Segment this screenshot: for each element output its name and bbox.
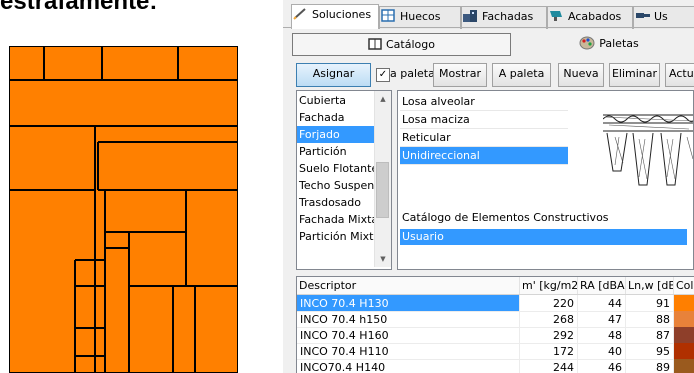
cell-lnw: 89: [626, 359, 674, 373]
cell-mass: 244: [520, 359, 578, 373]
element-type-list[interactable]: Cubierta Fachada Forjado Partición Suelo Flo…: [296, 90, 392, 270]
cell-lnw: 91: [626, 295, 674, 312]
color-swatch: [674, 295, 694, 312]
slab-section-preview: [603, 114, 693, 186]
element-type-item[interactable]: Trasdosado: [297, 194, 376, 211]
color-swatch: [674, 359, 694, 373]
column-header-lnw[interactable]: Ln,w [dB]: [626, 277, 674, 294]
assign-button[interactable]: Asignar: [296, 63, 371, 87]
table-row[interactable]: INCO 70.4 H130 220 44 91: [297, 295, 694, 312]
solutions-panel: Soluciones Huecos Fachadas Acabados Us C…: [283, 0, 694, 373]
subtab-paletas[interactable]: Paletas: [519, 33, 694, 54]
tab-fachadas[interactable]: Fachadas: [461, 6, 547, 29]
scroll-thumb[interactable]: [376, 162, 389, 218]
table-row[interactable]: INCO 70.4 h150 268 47 88: [297, 311, 694, 328]
cell-lnw: 95: [626, 343, 674, 360]
scroll-up-icon[interactable]: ▲: [375, 91, 391, 107]
cell-ra: 44: [578, 295, 626, 312]
column-header-mass[interactable]: m' [kg/m2]: [520, 277, 578, 294]
table-row[interactable]: INCO70.4 H140 244 46 89: [297, 359, 694, 373]
catalog-title: Catálogo de Elementos Constructivos: [402, 211, 609, 224]
cell-lnw: 88: [626, 311, 674, 328]
column-header-ra[interactable]: RA [dBA]: [578, 277, 626, 294]
subtype-list[interactable]: Losa alveolar Losa maciza Reticular Unidire…: [397, 90, 694, 270]
pencil-icon: [293, 8, 306, 20]
building-icon: [463, 10, 477, 22]
floorplan-drawing: [9, 46, 238, 373]
color-swatch: [674, 311, 694, 328]
column-header-descriptor[interactable]: Descriptor: [297, 277, 520, 294]
cell-lnw: 87: [626, 327, 674, 344]
element-type-scrollbar[interactable]: ▲ ▼: [374, 91, 391, 267]
caption-fragment: estrafamente:: [0, 0, 158, 15]
element-type-item[interactable]: Suelo Flotante: [297, 160, 376, 177]
book-icon: [368, 38, 382, 50]
tab-soluciones[interactable]: Soluciones: [291, 4, 379, 29]
delete-button[interactable]: Eliminar: [609, 63, 660, 87]
color-swatch: [674, 327, 694, 344]
show-button[interactable]: Mostrar: [433, 63, 487, 87]
cell-descriptor: INCO 70.4 h150: [297, 311, 520, 328]
paint-icon: [550, 11, 562, 21]
to-palette-button[interactable]: A paleta: [492, 63, 551, 87]
tab-acabados[interactable]: Acabados: [547, 6, 633, 29]
table-row[interactable]: INCO 70.4 H160 292 48 87: [297, 327, 694, 344]
hammer-icon: [636, 13, 650, 18]
element-type-item[interactable]: Cubierta: [297, 92, 376, 109]
element-type-item[interactable]: Techo Suspendido: [297, 177, 376, 194]
cell-mass: 292: [520, 327, 578, 344]
cell-mass: 268: [520, 311, 578, 328]
window-icon: [381, 9, 395, 22]
column-header-color[interactable]: Colo: [674, 277, 694, 294]
element-type-item[interactable]: Partición: [297, 143, 376, 160]
cell-descriptor: INCO 70.4 H160: [297, 327, 520, 344]
subtype-item[interactable]: Losa alveolar: [400, 93, 568, 111]
tab-huecos[interactable]: Huecos: [379, 6, 461, 29]
element-type-item[interactable]: Forjado: [297, 126, 376, 143]
cell-ra: 40: [578, 343, 626, 360]
color-swatch: [674, 343, 694, 360]
cell-ra: 46: [578, 359, 626, 373]
table-header: Descriptor m' [kg/m2] RA [dBA] Ln,w [dB]…: [297, 277, 694, 295]
solutions-table[interactable]: Descriptor m' [kg/m2] RA [dBA] Ln,w [dB]…: [296, 276, 694, 373]
palette-icon: [579, 36, 595, 50]
new-button[interactable]: Nueva: [558, 63, 604, 87]
tab-us[interactable]: Us: [633, 6, 694, 29]
subtab-catalogo[interactable]: Catálogo: [292, 33, 511, 56]
to-palette-checkbox[interactable]: ✓: [376, 68, 390, 82]
cell-ra: 48: [578, 327, 626, 344]
element-type-item[interactable]: Fachada: [297, 109, 376, 126]
cell-ra: 47: [578, 311, 626, 328]
cell-mass: 172: [520, 343, 578, 360]
cell-descriptor: INCO 70.4 H110: [297, 343, 520, 360]
cell-mass: 220: [520, 295, 578, 312]
subtype-item[interactable]: Losa maciza: [400, 111, 568, 129]
element-type-item[interactable]: Fachada Mixta: [297, 211, 376, 228]
subtype-item[interactable]: Reticular: [400, 129, 568, 147]
table-row[interactable]: INCO 70.4 H110 172 40 95: [297, 343, 694, 360]
update-button[interactable]: Actua: [665, 63, 694, 87]
cell-descriptor: INCO 70.4 H130: [297, 295, 520, 312]
scroll-down-icon[interactable]: ▼: [375, 251, 391, 267]
catalog-item-usuario[interactable]: Usuario: [400, 229, 687, 245]
to-palette-checkbox-label: a paleta: [390, 67, 435, 80]
subtype-item[interactable]: Unidireccional: [400, 147, 568, 165]
cell-descriptor: INCO70.4 H140: [297, 359, 520, 373]
element-type-item[interactable]: Partición Mixta: [297, 228, 376, 245]
